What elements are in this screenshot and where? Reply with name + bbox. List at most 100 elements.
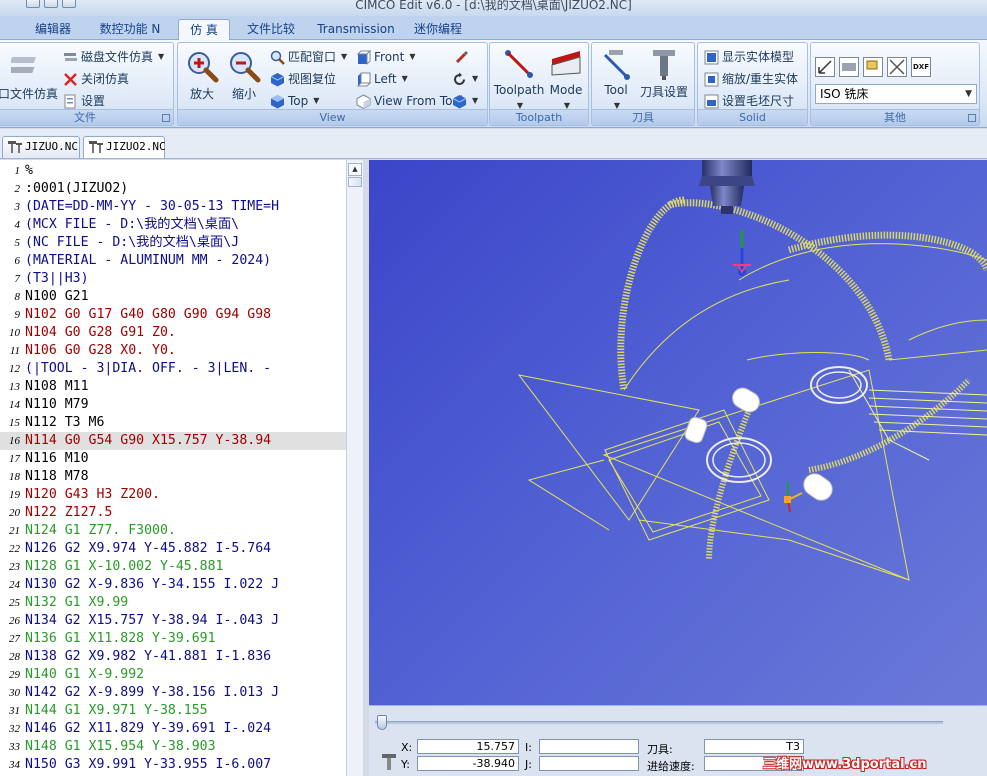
code-text: N124 G1 Z77. F3000. — [25, 523, 176, 538]
line-number: 4 — [14, 219, 21, 231]
code-line[interactable]: 1% — [0, 162, 346, 180]
code-line[interactable]: 12 (|TOOL - 3|DIA. OFF. - 3|LEN. - — [0, 360, 346, 378]
machine-select-value: ISO 铣床 — [820, 87, 869, 101]
code-line[interactable]: 25 N132 G1 X9.99 — [0, 594, 346, 612]
settings-icon — [64, 94, 76, 108]
code-line[interactable]: 34 N150 G3 X9.991 Y-33.955 I-6.007 — [0, 756, 346, 774]
code-line[interactable]: 30 N142 G2 X-9.899 Y-38.156 I.013 J — [0, 684, 346, 702]
tool-settings-button[interactable]: 刀具设置 — [636, 47, 692, 100]
code-line[interactable]: 8 N100 G21 — [0, 288, 346, 306]
machine-select[interactable]: ISO 铣床 ▼ — [815, 84, 977, 104]
code-line[interactable]: 7 (T3||H3) — [0, 270, 346, 288]
solid-model-icon — [704, 50, 719, 64]
simulation-3d-view[interactable] — [369, 160, 987, 705]
slider-knob[interactable] — [377, 715, 387, 730]
tab-nc-functions[interactable]: 数控功能 N — [92, 19, 168, 40]
reset-view-button[interactable]: 视图复位 — [270, 69, 336, 89]
doc-tab-jizuo2[interactable]: JIZUO2.NC — [83, 136, 166, 158]
code-line[interactable]: 10 N104 G0 G28 G91 Z0. — [0, 324, 346, 342]
code-line[interactable]: 13 N108 M11 — [0, 378, 346, 396]
code-line[interactable]: 5 (NC FILE - D:\我的文档\桌面\J — [0, 234, 346, 252]
code-line[interactable]: 27 N136 G1 X11.828 Y-39.691 — [0, 630, 346, 648]
code-line[interactable]: 9 N102 G0 G17 G40 G80 G90 G94 G98 — [0, 306, 346, 324]
mode-button[interactable]: Mode ▼ — [544, 47, 588, 111]
code-line[interactable]: 14 N110 M79 — [0, 396, 346, 414]
measure-icon[interactable] — [815, 57, 835, 77]
code-line[interactable]: 20 N122 Z127.5 — [0, 504, 346, 522]
fit-window-button[interactable]: 匹配窗口 ▼ — [270, 47, 347, 67]
code-line[interactable]: 16 N114 G0 G54 G90 X15.757 Y-38.94 — [0, 432, 346, 450]
close-sim-button[interactable]: 关闭仿真 — [63, 69, 129, 89]
code-text: % — [25, 163, 33, 178]
code-line[interactable]: 22 N126 G2 X9.974 Y-45.882 I-5.764 — [0, 540, 346, 558]
code-line[interactable]: 19 N120 G43 H3 Z200. — [0, 486, 346, 504]
scroll-thumb[interactable] — [348, 177, 362, 187]
shading-button[interactable]: ▼ — [452, 91, 478, 111]
cimco-edit-window: CIMCO Edit v6.0 - [d:\我的文档\桌面\JIZUO2.NC]… — [0, 0, 987, 776]
view-from-tool-button[interactable]: View From Tool — [356, 91, 463, 111]
settings-button[interactable]: 设置 — [63, 91, 105, 111]
code-line[interactable]: 28 N138 G2 X9.982 Y-41.881 I-1.836 — [0, 648, 346, 666]
pen-button[interactable] — [454, 47, 469, 67]
doc-tab-jizuo[interactable]: JIZUO.NC — [2, 136, 80, 158]
simulation-progress-slider[interactable] — [375, 715, 943, 730]
code-line[interactable]: 11 N106 G0 G28 X0. Y0. — [0, 342, 346, 360]
code-line[interactable]: 2:0001(JIZUO2) — [0, 180, 346, 198]
zoom-in-button[interactable]: 放大 — [182, 49, 222, 102]
zoom-out-label: 缩小 — [231, 87, 256, 101]
nc-code-editor[interactable]: 1% 2:0001(JIZUO2) 3 (DATE=DD-MM-YY - 30-05-… — [0, 160, 346, 776]
code-line[interactable]: 23 N128 G1 X-10.002 Y-45.881 — [0, 558, 346, 576]
code-line[interactable]: 26 N134 G2 X15.757 Y-38.94 I-.043 J — [0, 612, 346, 630]
export-icon[interactable] — [863, 57, 883, 77]
toolpath-graphics — [517, 160, 987, 581]
zoom-regen-button[interactable]: 缩放/重生实体 — [704, 69, 798, 89]
stl-icon[interactable] — [887, 57, 907, 77]
disk-sim-button[interactable]: 磁盘文件仿真 ▼ — [63, 47, 164, 67]
zoom-out-button[interactable]: 缩小 — [224, 49, 264, 102]
chevron-down-icon: ▼ — [158, 52, 165, 61]
tab-transmission[interactable]: Transmission — [314, 19, 398, 40]
cube-shade-icon — [452, 94, 467, 108]
dialog-launcher-icon[interactable] — [162, 114, 170, 122]
code-line[interactable]: 4 (MCX FILE - D:\我的文档\桌面\ — [0, 216, 346, 234]
top-view-label: Top — [288, 94, 309, 108]
code-line[interactable]: 3 (DATE=DD-MM-YY - 30-05-13 TIME=H — [0, 198, 346, 216]
code-line[interactable]: 6 (MATERIAL - ALUMINUM MM - 2024) — [0, 252, 346, 270]
open-sim-button[interactable]: 口文件仿真 — [0, 49, 59, 102]
tab-mini-programming[interactable]: 迷你编程 — [406, 19, 470, 40]
group-other-title: 其他 — [811, 109, 979, 125]
editor-scrollbar[interactable]: ▲ — [346, 160, 363, 776]
machine-icon[interactable] — [839, 57, 859, 77]
code-text: N128 G1 X-10.002 Y-45.881 — [25, 559, 224, 574]
line-number: 5 — [14, 237, 21, 249]
tab-simulation[interactable]: 仿 真 — [178, 19, 230, 40]
scroll-up-icon[interactable]: ▲ — [348, 163, 362, 176]
dialog-launcher-icon[interactable] — [968, 114, 976, 122]
toolpath-button[interactable]: Toolpath ▼ — [492, 47, 546, 111]
code-line[interactable]: 15 N112 T3 M6 — [0, 414, 346, 432]
line-number: 18 — [9, 471, 20, 483]
show-solid-button[interactable]: 显示实体模型 — [704, 47, 794, 67]
code-line[interactable]: 21 N124 G1 Z77. F3000. — [0, 522, 346, 540]
code-line[interactable]: 31 N144 G1 X9.971 Y-38.155 — [0, 702, 346, 720]
tab-editor[interactable]: 编辑器 — [24, 19, 82, 40]
top-view-button[interactable]: Top ▼ — [270, 91, 319, 111]
slider-track — [375, 721, 943, 724]
left-view-button[interactable]: Left ▼ — [356, 69, 408, 89]
rotate-button[interactable]: ▼ — [452, 69, 478, 89]
code-line[interactable]: 29 N140 G1 X-9.992 — [0, 666, 346, 684]
code-line[interactable]: 24 N130 G2 X-9.836 Y-34.155 I.022 J — [0, 576, 346, 594]
code-text: N130 G2 X-9.836 Y-34.155 I.022 J — [25, 577, 280, 592]
code-line[interactable]: 33 N148 G1 X15.954 Y-38.903 — [0, 738, 346, 756]
tool-value-field: T3 — [704, 739, 804, 754]
dxf-icon[interactable]: DXF — [911, 57, 931, 77]
tab-file-compare[interactable]: 文件比较 — [240, 19, 302, 40]
tool-button[interactable]: Tool ▼ — [596, 47, 636, 111]
code-line[interactable]: 17 N116 M10 — [0, 450, 346, 468]
group-toolpath-title: Toolpath — [490, 109, 588, 125]
line-number: 25 — [9, 597, 20, 609]
code-line[interactable]: 18 N118 M78 — [0, 468, 346, 486]
set-stock-button[interactable]: 设置毛坯尺寸 — [704, 91, 794, 111]
code-line[interactable]: 32 N146 G2 X11.829 Y-39.691 I-.024 — [0, 720, 346, 738]
front-view-button[interactable]: Front ▼ — [356, 47, 416, 67]
